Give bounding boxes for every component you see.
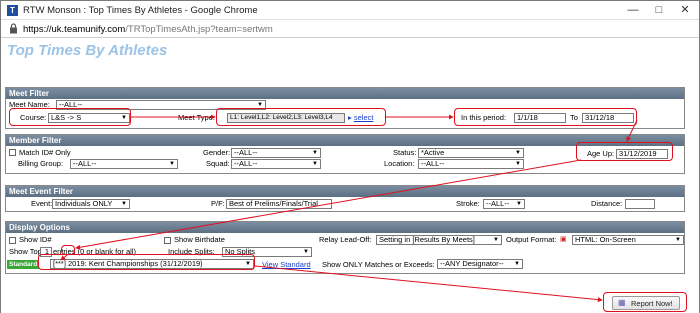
view-standard-link[interactable]: View Standard xyxy=(262,260,311,270)
status-label: Status: xyxy=(393,148,417,157)
display-options-heading: Display Options xyxy=(6,222,684,233)
match-id-checkbox[interactable] xyxy=(9,149,16,156)
show-id-checkbox[interactable] xyxy=(9,237,16,244)
chevron-down-icon: ▼ xyxy=(312,150,318,156)
status-select[interactable]: *Active ▼ xyxy=(418,148,524,158)
output-format-label: Output Format: xyxy=(506,235,557,244)
address-bar[interactable]: https://uk.teamunify.com/TRTopTimesAth.j… xyxy=(1,20,699,38)
squad-select[interactable]: --ALL-- ▼ xyxy=(231,159,321,169)
location-select[interactable]: --ALL-- ▼ xyxy=(418,159,524,169)
output-format-select[interactable]: HTML: On-Screen ▼ xyxy=(572,235,684,245)
stroke-label: Stroke: xyxy=(456,199,480,208)
billing-group-label: Billing Group: xyxy=(18,159,64,168)
report-highlight xyxy=(603,292,687,312)
app-favicon-icon: T xyxy=(7,5,18,16)
matches-label: Show ONLY Matches or Exceeds: xyxy=(322,260,435,269)
standard-highlight xyxy=(38,254,255,270)
chevron-down-icon: ▼ xyxy=(493,237,499,243)
browser-window: T RTW Monson : Top Times By Athletes - G… xyxy=(0,0,700,313)
age-up-highlight xyxy=(576,142,673,161)
page-content: Top Times By Athletes Meet Filter Meet N… xyxy=(1,38,699,313)
chevron-down-icon: ▼ xyxy=(515,150,521,156)
show-id-label: Show ID# xyxy=(19,235,52,244)
meet-type-highlight xyxy=(216,108,386,126)
url-text[interactable]: https://uk.teamunify.com/TRTopTimesAth.j… xyxy=(23,24,273,35)
event-select[interactable]: Individuals ONLY ▼ xyxy=(52,199,130,209)
show-top-label: Show Top xyxy=(9,247,42,256)
event-label: Event: xyxy=(31,199,53,208)
chevron-down-icon: ▼ xyxy=(516,201,522,207)
chevron-down-icon: ▼ xyxy=(169,161,175,167)
stroke-select[interactable]: --ALL-- ▼ xyxy=(483,199,525,209)
window-title: RTW Monson : Top Times By Athletes - Goo… xyxy=(23,5,258,16)
chevron-down-icon: ▼ xyxy=(312,161,318,167)
chevron-down-icon: ▼ xyxy=(121,201,127,207)
distance-input[interactable] xyxy=(625,199,655,209)
pf-select[interactable]: Best of Prelims/Finals/Trial xyxy=(226,199,332,209)
pf-label: P/F: xyxy=(211,199,225,208)
chevron-down-icon: ▼ xyxy=(675,237,681,243)
chevron-down-icon: ▼ xyxy=(515,161,521,167)
chevron-down-icon: ▼ xyxy=(514,261,520,267)
page-title: Top Times By Athletes xyxy=(7,42,168,59)
html-file-icon: ▣ xyxy=(560,236,567,243)
maximize-icon[interactable]: □ xyxy=(647,2,671,18)
show-birthdate-label: Show Birthdate xyxy=(174,235,225,244)
gender-select[interactable]: --ALL-- ▼ xyxy=(231,148,321,158)
meet-type-label: Meet Type: xyxy=(178,113,215,122)
title-bar: T RTW Monson : Top Times By Athletes - G… xyxy=(1,1,699,20)
gender-label: Gender: xyxy=(203,148,231,157)
close-icon[interactable]: ✕ xyxy=(673,2,697,18)
match-id-label: Match ID# Only xyxy=(19,148,71,157)
matches-select[interactable]: --ANY Designator-- ▼ xyxy=(437,259,523,269)
meet-filter-heading: Meet Filter xyxy=(6,88,684,99)
standard-badge: Standard xyxy=(7,260,40,269)
course-highlight xyxy=(9,108,131,126)
relay-lead-off-label: Relay Lead-Off: xyxy=(319,235,372,244)
chevron-down-icon: ▼ xyxy=(303,249,309,255)
event-filter-heading: Meet Event Filter xyxy=(6,186,684,197)
minimize-icon[interactable]: — xyxy=(621,2,645,18)
location-label: Location: xyxy=(384,159,415,168)
event-filter-section: Meet Event Filter Event: Individuals ONL… xyxy=(5,185,685,212)
show-birthdate-checkbox[interactable] xyxy=(164,237,171,244)
relay-lead-off-select[interactable]: Setting in [Results By Meets] ▼ xyxy=(376,235,502,245)
billing-group-select[interactable]: --ALL-- ▼ xyxy=(70,159,178,169)
period-highlight xyxy=(454,108,637,126)
distance-label: Distance: xyxy=(591,199,623,208)
squad-label: Squad: xyxy=(206,159,230,168)
lock-icon xyxy=(10,23,17,34)
